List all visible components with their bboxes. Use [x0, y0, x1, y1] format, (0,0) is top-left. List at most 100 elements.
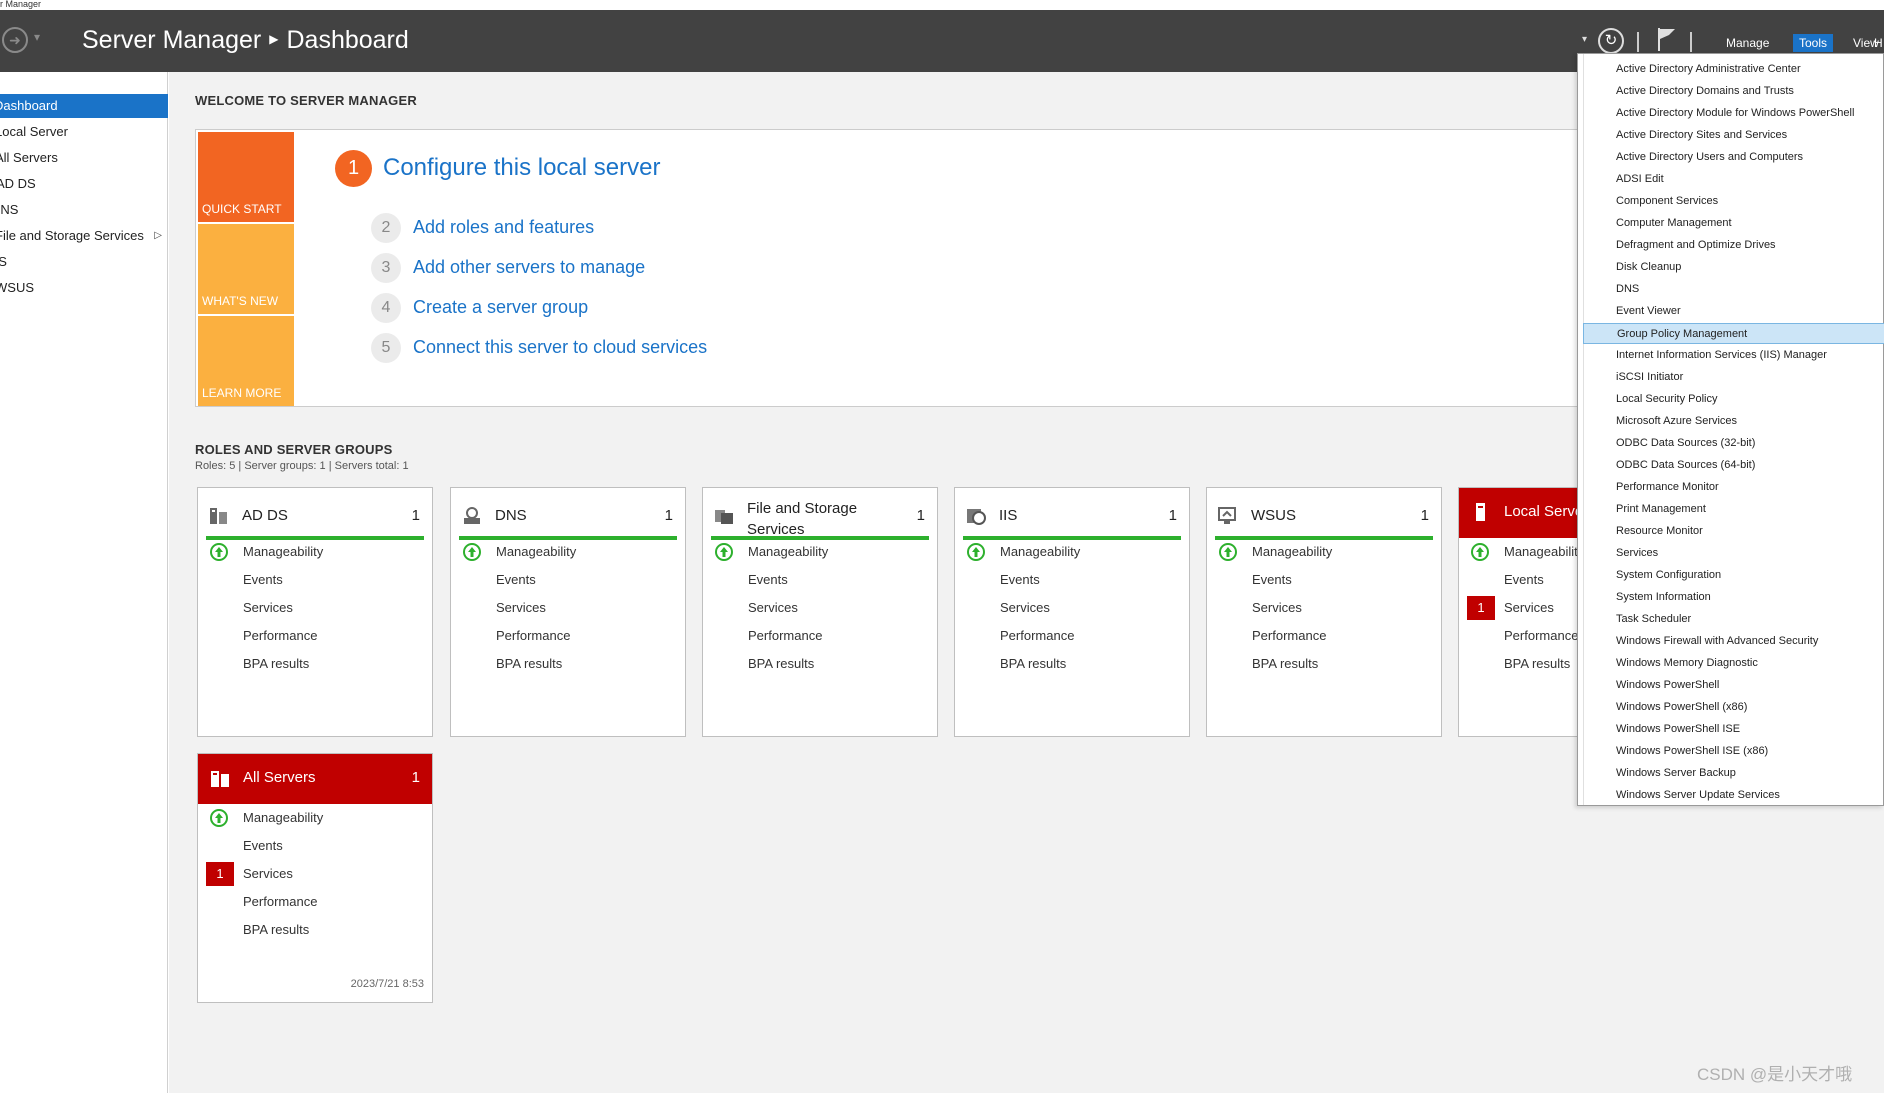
row-events[interactable]: Events [748, 572, 788, 587]
tools-menu-item[interactable]: Task Scheduler [1583, 609, 1884, 630]
row-manageability[interactable]: Manageability [1504, 544, 1584, 559]
row-events[interactable]: Events [243, 838, 283, 853]
row-performance[interactable]: Performance [1000, 628, 1074, 643]
row-bpa-results[interactable]: BPA results [748, 656, 814, 671]
sidebar-item-local-server[interactable]: Local Server [0, 120, 168, 144]
row-manageability[interactable]: Manageability [496, 544, 576, 559]
row-performance[interactable]: Performance [243, 894, 317, 909]
card-header[interactable]: All Servers 1 [198, 754, 432, 804]
row-events[interactable]: Events [243, 572, 283, 587]
row-services[interactable]: Services [243, 866, 293, 881]
tools-menu-item[interactable]: Windows PowerShell ISE [1583, 719, 1884, 740]
create-server-group-link[interactable]: Create a server group [413, 297, 588, 318]
tools-menu-item[interactable]: Active Directory Domains and Trusts [1583, 81, 1884, 102]
tools-menu-item[interactable]: Active Directory Users and Computers [1583, 147, 1884, 168]
row-services[interactable]: Services [243, 600, 293, 615]
row-events[interactable]: Events [1504, 572, 1544, 587]
tools-menu-item[interactable]: Windows Server Update Services [1583, 785, 1884, 806]
sidebar-item-wsus[interactable]: WSUS [0, 276, 168, 300]
tools-menu-item[interactable]: Disk Cleanup [1583, 257, 1884, 278]
tools-menu-item[interactable]: Print Management [1583, 499, 1884, 520]
tools-menu-item[interactable]: Windows Server Backup [1583, 763, 1884, 784]
row-services[interactable]: Services [748, 600, 798, 615]
tools-menu-item[interactable]: Windows PowerShell (x86) [1583, 697, 1884, 718]
row-performance[interactable]: Performance [243, 628, 317, 643]
row-manageability[interactable]: Manageability [243, 544, 323, 559]
tools-menu-item[interactable]: Microsoft Azure Services [1583, 411, 1884, 432]
add-roles-link[interactable]: Add roles and features [413, 217, 594, 238]
card-header[interactable]: File and Storage Services 1 [711, 494, 929, 540]
sidebar-item-iis[interactable]: IIS [0, 250, 168, 274]
tools-menu-item[interactable]: ODBC Data Sources (32-bit) [1583, 433, 1884, 454]
card-header[interactable]: WSUS 1 [1215, 494, 1433, 540]
tools-menu-item[interactable]: Active Directory Administrative Center [1583, 59, 1884, 80]
menu-help[interactable]: H [1868, 34, 1884, 52]
header-dropdown-icon[interactable]: ▾ [1582, 34, 1587, 45]
connect-cloud-link[interactable]: Connect this server to cloud services [413, 337, 707, 358]
role-card-iis[interactable]: IIS 1 Manageability Events Services Perf… [954, 487, 1190, 737]
row-performance[interactable]: Performance [748, 628, 822, 643]
row-services[interactable]: Services [1504, 600, 1554, 615]
role-card-wsus[interactable]: WSUS 1 Manageability Events Services Per… [1206, 487, 1442, 737]
tools-menu-item[interactable]: ADSI Edit [1583, 169, 1884, 190]
back-arrow-icon[interactable]: ➜ [2, 27, 28, 53]
tools-menu-item[interactable]: Windows PowerShell [1583, 675, 1884, 696]
tools-menu-item[interactable]: iSCSI Initiator [1583, 367, 1884, 388]
row-performance[interactable]: Performance [496, 628, 570, 643]
tools-menu-item[interactable]: Resource Monitor [1583, 521, 1884, 542]
role-card-file-storage[interactable]: File and Storage Services 1 Manageabilit… [702, 487, 938, 737]
tools-menu-item[interactable]: Internet Information Services (IIS) Mana… [1583, 345, 1884, 366]
configure-local-server-link[interactable]: Configure this local server [383, 154, 660, 182]
tools-menu-item[interactable]: Computer Management [1583, 213, 1884, 234]
tools-menu-item[interactable]: Windows Firewall with Advanced Security [1583, 631, 1884, 652]
nav-dropdown-icon[interactable]: ▾ [34, 30, 40, 44]
card-header[interactable]: IIS 1 [963, 494, 1181, 540]
role-card-ad-ds[interactable]: AD DS 1 Manageability Events Services Pe… [197, 487, 433, 737]
tools-menu-item[interactable]: System Information [1583, 587, 1884, 608]
add-servers-link[interactable]: Add other servers to manage [413, 257, 645, 278]
row-bpa-results[interactable]: BPA results [1504, 656, 1570, 671]
row-bpa-results[interactable]: BPA results [243, 922, 309, 937]
tools-menu-item[interactable]: Windows Memory Diagnostic [1583, 653, 1884, 674]
tile-whats-new[interactable]: WHAT'S NEW [198, 224, 294, 314]
expand-arrow-icon[interactable]: ▷ [154, 224, 162, 248]
row-events[interactable]: Events [1000, 572, 1040, 587]
tools-menu-item[interactable]: Services [1583, 543, 1884, 564]
role-card-dns[interactable]: DNS 1 Manageability Events Services Perf… [450, 487, 686, 737]
sidebar-item-all-servers[interactable]: All Servers [0, 146, 168, 170]
row-events[interactable]: Events [496, 572, 536, 587]
row-performance[interactable]: Performance [1252, 628, 1326, 643]
tools-menu-item[interactable]: Active Directory Sites and Services [1583, 125, 1884, 146]
card-header[interactable]: AD DS 1 [206, 494, 424, 540]
card-header[interactable]: DNS 1 [459, 494, 677, 540]
row-manageability[interactable]: Manageability [748, 544, 828, 559]
tools-menu-item[interactable]: ODBC Data Sources (64-bit) [1583, 455, 1884, 476]
tools-menu-item[interactable]: Defragment and Optimize Drives [1583, 235, 1884, 256]
tools-menu-item[interactable]: Component Services [1583, 191, 1884, 212]
row-manageability[interactable]: Manageability [1000, 544, 1080, 559]
row-bpa-results[interactable]: BPA results [496, 656, 562, 671]
tools-menu-item[interactable]: Active Directory Module for Windows Powe… [1583, 103, 1884, 124]
row-services[interactable]: Services [1000, 600, 1050, 615]
row-events[interactable]: Events [1252, 572, 1292, 587]
tools-menu-item[interactable]: Local Security Policy [1583, 389, 1884, 410]
tools-menu-item[interactable]: Windows PowerShell ISE (x86) [1583, 741, 1884, 762]
role-card-all-servers[interactable]: All Servers 1 Manageability Events 1 Ser… [197, 753, 433, 1003]
menu-tools[interactable]: Tools [1793, 34, 1834, 52]
tools-menu-item[interactable]: DNS [1583, 279, 1884, 300]
row-manageability[interactable]: Manageability [243, 810, 323, 825]
row-services[interactable]: Services [1252, 600, 1302, 615]
sidebar-item-dns[interactable]: DNS [0, 198, 168, 222]
row-bpa-results[interactable]: BPA results [1252, 656, 1318, 671]
row-bpa-results[interactable]: BPA results [243, 656, 309, 671]
refresh-icon[interactable]: ↻ [1598, 28, 1624, 54]
notifications-flag-icon[interactable] [1657, 26, 1677, 52]
row-services[interactable]: Services [496, 600, 546, 615]
tile-quick-start[interactable]: QUICK START [198, 132, 294, 222]
tools-menu-item[interactable]: Group Policy Management [1583, 323, 1884, 344]
tile-learn-more[interactable]: LEARN MORE [198, 316, 294, 406]
breadcrumb-app[interactable]: Server Manager [82, 26, 261, 54]
sidebar-item-file-storage[interactable]: File and Storage Services ▷ [0, 224, 168, 248]
menu-manage[interactable]: Manage [1720, 34, 1775, 52]
tools-menu-item[interactable]: Event Viewer [1583, 301, 1884, 322]
